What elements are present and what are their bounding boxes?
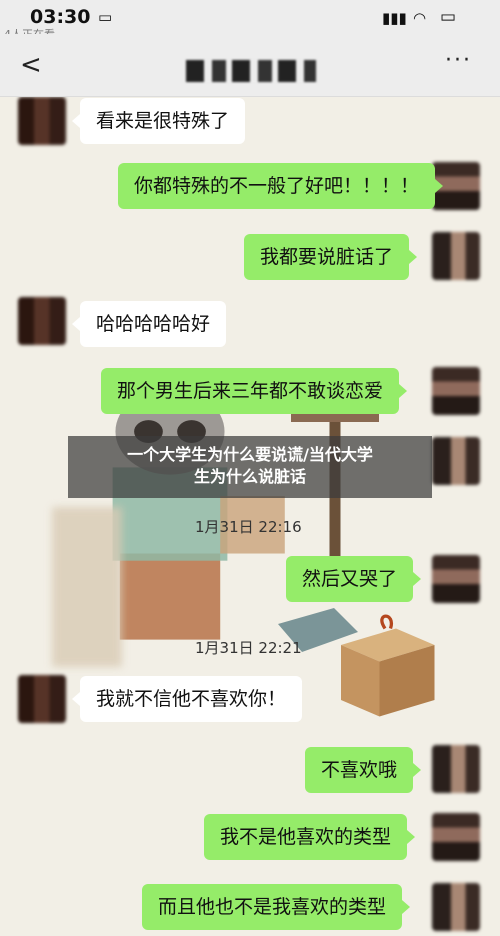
status-time: 03:30: [30, 6, 91, 28]
user-avatar[interactable]: [432, 555, 480, 603]
message-bubble-sent: 而且他也不是我喜欢的类型: [142, 884, 411, 930]
contact-avatar[interactable]: [18, 675, 66, 723]
contact-avatar[interactable]: [18, 97, 66, 145]
message-bubble-received: 我就不信他不喜欢你！: [71, 676, 303, 722]
user-avatar[interactable]: [432, 883, 480, 931]
contact-avatar[interactable]: [18, 297, 66, 345]
message-bubble-sent: 不喜欢哦: [305, 747, 422, 793]
headline-line-2: 生为什么说脏话: [193, 467, 306, 486]
user-avatar[interactable]: [432, 232, 480, 280]
message-bubble-sent: 你都特殊的不一般了好吧！！！！: [118, 163, 444, 209]
chat-title-blurred: [186, 60, 316, 82]
blurred-figure: [52, 507, 122, 667]
wifi-icon: ◠: [413, 9, 427, 27]
status-bar: 03:30 ▭ ▮▮▮ ◠ ▭ 4人正在看: [0, 0, 500, 41]
battery-icon: ▭: [440, 7, 457, 27]
headline-line-1: 一个大学生为什么要说谎/当代大学: [127, 445, 373, 464]
message-bubble-received: 哈哈哈哈哈好: [71, 301, 227, 347]
message-bubble-received: 看来是很特殊了: [71, 98, 246, 144]
message-bubble-sent: 那个男生后来三年都不敢谈恋爱: [101, 368, 408, 414]
chevron-left-icon[interactable]: <: [20, 50, 42, 80]
message-timestamp: 1月31日 22:16: [195, 518, 302, 536]
message-bubble-sent: 我都要说脏话了: [244, 234, 418, 280]
chat-nav-bar: < ···: [0, 34, 500, 97]
user-avatar[interactable]: [432, 437, 480, 485]
more-dots-icon[interactable]: ···: [445, 48, 472, 73]
signal-icon: ▮▮▮: [382, 9, 407, 27]
user-avatar[interactable]: [432, 813, 480, 861]
user-avatar[interactable]: [432, 367, 480, 415]
user-avatar[interactable]: [432, 745, 480, 793]
message-bubble-sent: 我不是他喜欢的类型: [204, 814, 416, 860]
screen-lock-icon: ▭: [98, 8, 113, 26]
message-bubble-sent: 然后又哭了: [286, 556, 422, 602]
message-timestamp: 1月31日 22:21: [195, 639, 302, 657]
chat-area[interactable]: 看来是很特殊了 你都特殊的不一般了好吧！！！！ 我都要说脏话了 哈哈哈哈哈好 那…: [0, 97, 500, 936]
headline-overlay: 一个大学生为什么要说谎/当代大学 生为什么说脏话: [68, 436, 432, 498]
